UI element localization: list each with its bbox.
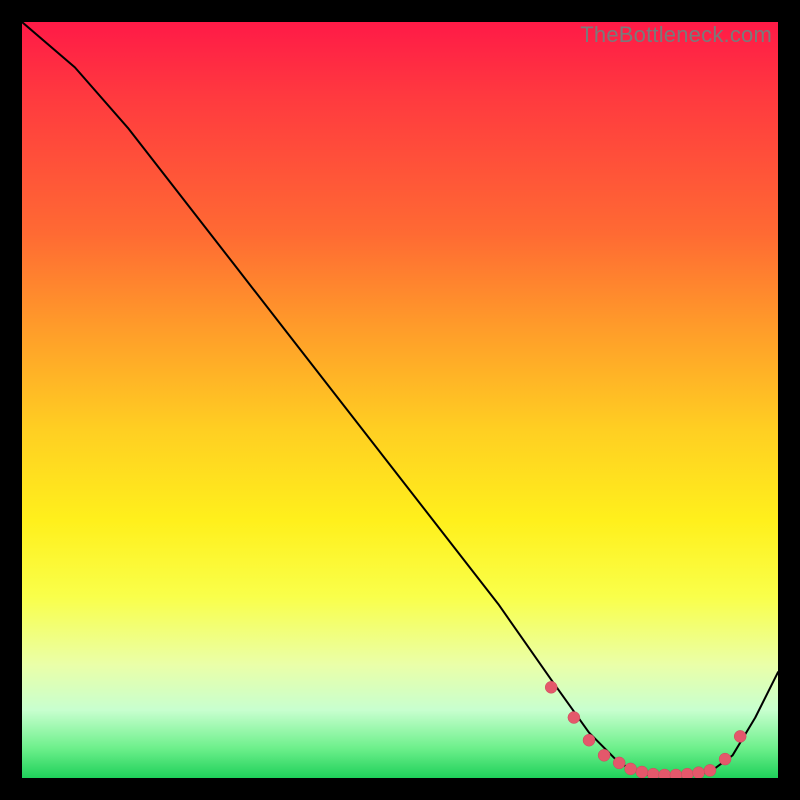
- highlight-marker: [693, 767, 705, 778]
- highlight-marker: [613, 757, 625, 769]
- highlight-marker: [545, 681, 557, 693]
- chart-svg: [22, 22, 778, 778]
- highlight-marker: [598, 749, 610, 761]
- highlight-marker: [681, 768, 693, 778]
- highlight-marker: [734, 730, 746, 742]
- bottleneck-curve: [22, 22, 778, 776]
- highlight-marker: [583, 734, 595, 746]
- highlight-marker: [625, 763, 637, 775]
- highlight-marker: [568, 712, 580, 724]
- highlight-marker: [704, 764, 716, 776]
- highlight-marker: [719, 753, 731, 765]
- plot-area: TheBottleneck.com: [22, 22, 778, 778]
- chart-frame: TheBottleneck.com: [0, 0, 800, 800]
- highlight-marker: [659, 769, 671, 778]
- highlight-marker: [636, 766, 648, 778]
- highlight-marker: [647, 768, 659, 778]
- highlight-marker: [670, 769, 682, 778]
